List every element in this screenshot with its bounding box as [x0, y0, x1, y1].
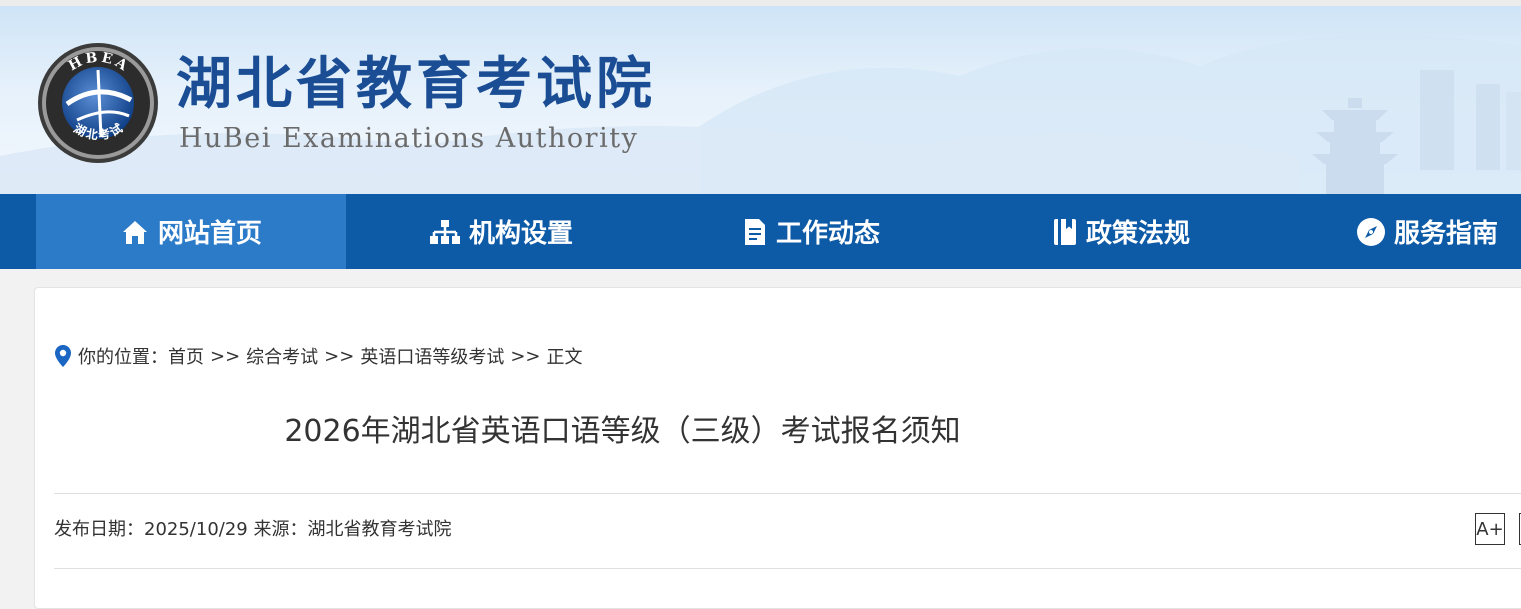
breadcrumb-current: 正文	[546, 347, 583, 368]
hbea-logo: HBEA 湖北考试	[38, 43, 158, 163]
source-label: 来源：	[253, 519, 308, 540]
nav-item-service-guide[interactable]: 服务指南	[1276, 194, 1521, 269]
divider	[54, 493, 1521, 494]
breadcrumb-separator: >>	[510, 345, 541, 367]
publish-date-label: 发布日期：	[54, 519, 144, 540]
org-chart-icon	[429, 219, 460, 244]
nav-item-label: 服务指南	[1394, 219, 1499, 249]
main-nav: 网站首页 机构设置 工作动态 政策法规 服务指南	[0, 194, 1521, 269]
home-icon	[122, 220, 147, 244]
font-increase-button[interactable]: A+	[1475, 513, 1505, 545]
nav-item-label: 网站首页	[157, 219, 262, 249]
article-title: 2026年湖北省英语口语等级（三级）考试报名须知	[284, 414, 961, 449]
article-meta: 发布日期：2025/10/29 来源：湖北省教育考试院	[54, 515, 451, 541]
source-value: 湖北省教育考试院	[307, 519, 452, 540]
breadcrumb-separator: >>	[324, 345, 355, 367]
breadcrumb-home-link[interactable]: 首页	[168, 343, 204, 369]
compass-icon	[1357, 217, 1385, 246]
nav-item-label: 机构设置	[468, 219, 573, 249]
location-pin-icon	[55, 345, 71, 367]
article-container: 你的位置： 首页 >> 综合考试 >> 英语口语等级考试 >> 正文 2026年…	[34, 287, 1521, 609]
nav-item-news[interactable]: 工作动态	[656, 194, 966, 269]
book-icon	[1053, 218, 1076, 245]
publish-date: 2025/10/29	[144, 519, 248, 540]
site-banner: HBEA 湖北考试 湖北省教育考试院 HuBei Examinations Au…	[0, 6, 1521, 194]
breadcrumb-comprehensive-exams-link[interactable]: 综合考试	[246, 343, 318, 369]
nav-item-organization[interactable]: 机构设置	[346, 194, 656, 269]
document-icon	[744, 218, 765, 245]
nav-item-label: 工作动态	[775, 219, 880, 249]
nav-item-policy[interactable]: 政策法规	[966, 194, 1276, 269]
breadcrumb-separator: >>	[210, 345, 241, 367]
site-subtitle: HuBei Examinations Authority	[179, 123, 639, 154]
nav-item-home[interactable]: 网站首页	[36, 194, 346, 269]
breadcrumb: 你的位置： 首页 >> 综合考试 >> 英语口语等级考试 >> 正文	[54, 342, 583, 370]
breadcrumb-oral-english-link[interactable]: 英语口语等级考试	[360, 343, 504, 369]
divider	[54, 568, 1521, 569]
breadcrumb-prefix: 你的位置：	[78, 347, 168, 368]
nav-item-label: 政策法规	[1085, 219, 1190, 249]
site-title: 湖北省教育考试院	[176, 51, 656, 117]
